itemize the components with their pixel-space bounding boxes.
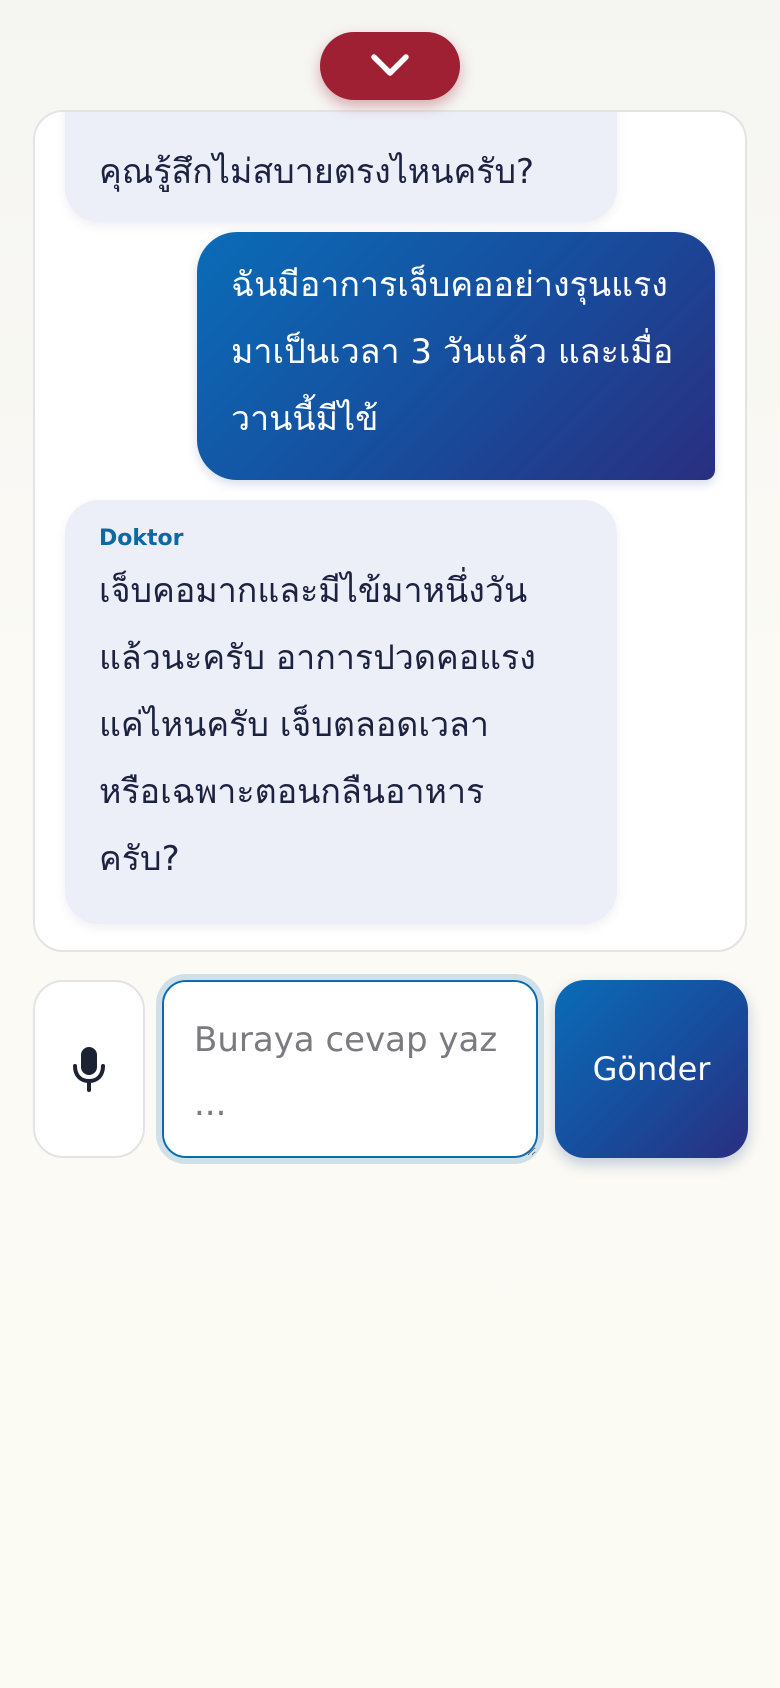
sender-label: Doktor	[99, 526, 184, 551]
chevron-down-icon	[371, 54, 409, 76]
send-button[interactable]: Gönder	[555, 980, 748, 1158]
message-text: เจ็บคอมากและมีไข้มาหนึ่งวัน แล้วนะครับ อ…	[99, 571, 536, 879]
user-message: ฉันมีอาการเจ็บคออย่างรุนแรง มาเป็นเวลา 3…	[197, 232, 715, 480]
doctor-message: คุณรู้สึกไม่สบายตรงไหนครับ?	[65, 112, 617, 222]
microphone-icon	[73, 1047, 105, 1092]
doctor-message: Doktor เจ็บคอมากและมีไข้มาหนึ่งวัน แล้วน…	[65, 500, 617, 924]
microphone-button[interactable]	[33, 980, 145, 1158]
message-text: ฉันมีอาการเจ็บคออย่างรุนแรง มาเป็นเวลา 3…	[231, 265, 674, 439]
reply-input[interactable]	[162, 980, 538, 1158]
message-list[interactable]: คุณรู้สึกไม่สบายตรงไหนครับ? ฉันมีอาการเจ…	[35, 112, 745, 950]
message-text: คุณรู้สึกไม่สบายตรงไหนครับ?	[99, 152, 535, 192]
collapse-button[interactable]	[320, 32, 460, 100]
chat-panel: คุณรู้สึกไม่สบายตรงไหนครับ? ฉันมีอาการเจ…	[33, 110, 747, 952]
chat-screen: คุณรู้สึกไม่สบายตรงไหนครับ? ฉันมีอาการเจ…	[0, 0, 780, 1688]
